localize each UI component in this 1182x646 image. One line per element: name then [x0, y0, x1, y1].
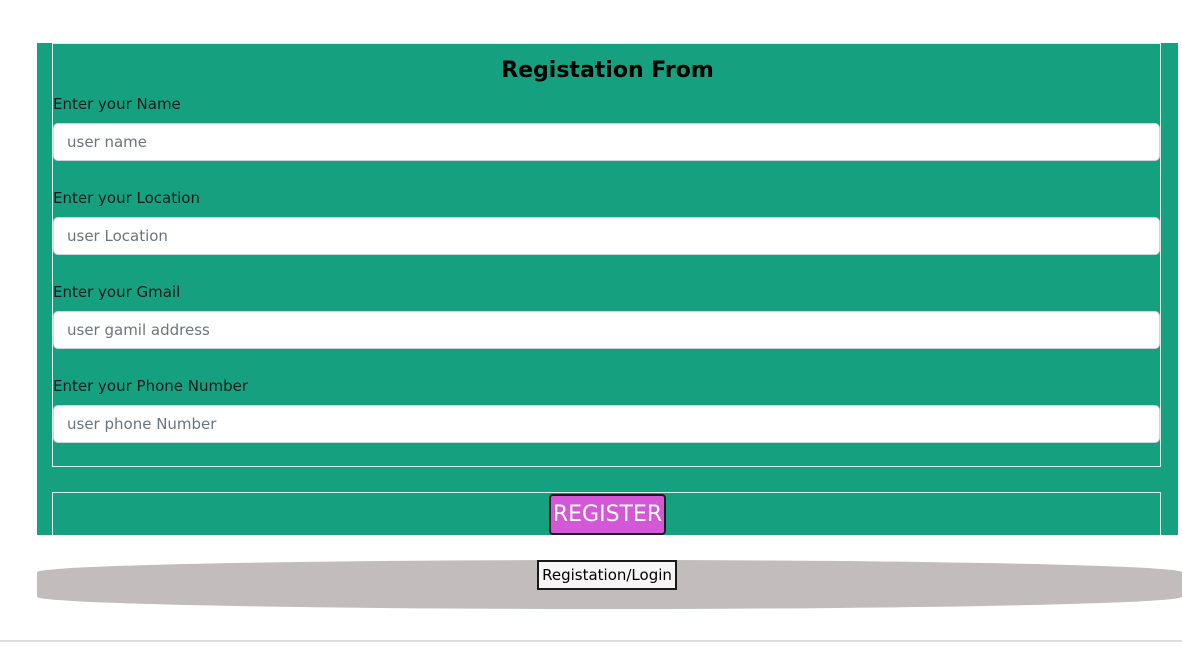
form-fieldset: Registation From Enter your Name Enter y…: [52, 43, 1161, 467]
registration-form-panel: Registation From Enter your Name Enter y…: [37, 43, 1178, 536]
page-divider: [0, 640, 1182, 642]
submit-fieldset: REGISTER: [52, 492, 1161, 536]
phone-input[interactable]: [53, 405, 1160, 443]
footer-bar: Registation/Login: [37, 560, 1182, 609]
name-input[interactable]: [53, 123, 1160, 161]
form-title: Registation From: [501, 58, 714, 83]
gmail-label: Enter your Gmail: [53, 283, 181, 301]
location-input[interactable]: [53, 217, 1160, 255]
register-button[interactable]: REGISTER: [549, 494, 666, 535]
registration-login-toggle-button[interactable]: Registation/Login: [537, 560, 677, 590]
location-label: Enter your Location: [53, 189, 200, 207]
gmail-input[interactable]: [53, 311, 1160, 349]
name-label: Enter your Name: [53, 95, 181, 113]
phone-label: Enter your Phone Number: [53, 377, 249, 395]
page: Registation From Enter your Name Enter y…: [0, 0, 1182, 646]
